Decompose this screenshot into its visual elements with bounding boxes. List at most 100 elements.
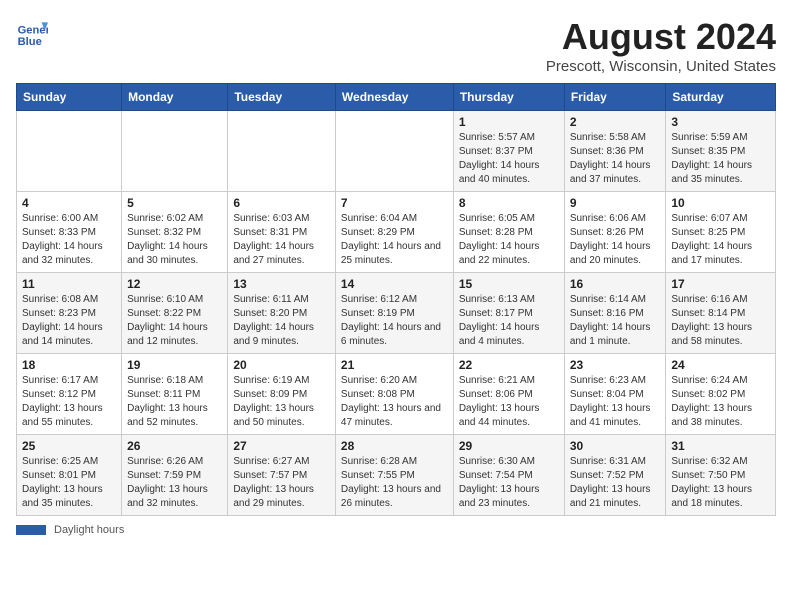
day-number: 28 <box>341 439 448 453</box>
calendar-table: SundayMondayTuesdayWednesdayThursdayFrid… <box>16 83 776 516</box>
day-info: Sunrise: 6:00 AM Sunset: 8:33 PM Dayligh… <box>22 212 116 268</box>
footer-note: Daylight hours <box>16 524 776 536</box>
calendar-cell: 17 Sunrise: 6:16 AM Sunset: 8:14 PM Dayli… <box>666 273 776 354</box>
calendar-cell: 1 Sunrise: 5:57 AM Sunset: 8:37 PM Daylig… <box>453 111 564 192</box>
day-number: 16 <box>570 277 661 291</box>
calendar-cell: 22 Sunrise: 6:21 AM Sunset: 8:06 PM Dayli… <box>453 354 564 435</box>
day-number: 23 <box>570 358 661 372</box>
dow-header-thursday: Thursday <box>453 84 564 111</box>
calendar-cell: 28 Sunrise: 6:28 AM Sunset: 7:55 PM Dayli… <box>335 435 453 516</box>
day-info: Sunrise: 6:16 AM Sunset: 8:14 PM Dayligh… <box>671 293 770 349</box>
day-number: 10 <box>671 196 770 210</box>
day-number: 14 <box>341 277 448 291</box>
dow-header-wednesday: Wednesday <box>335 84 453 111</box>
calendar-cell: 26 Sunrise: 6:26 AM Sunset: 7:59 PM Dayli… <box>122 435 228 516</box>
day-number: 12 <box>127 277 222 291</box>
day-number: 20 <box>233 358 330 372</box>
day-info: Sunrise: 6:02 AM Sunset: 8:32 PM Dayligh… <box>127 212 222 268</box>
day-info: Sunrise: 6:24 AM Sunset: 8:02 PM Dayligh… <box>671 374 770 430</box>
day-number: 25 <box>22 439 116 453</box>
day-info: Sunrise: 6:27 AM Sunset: 7:57 PM Dayligh… <box>233 455 330 511</box>
day-number: 27 <box>233 439 330 453</box>
page-header: General Blue August 2024 Prescott, Wisco… <box>16 16 776 75</box>
day-info: Sunrise: 6:14 AM Sunset: 8:16 PM Dayligh… <box>570 293 661 349</box>
calendar-cell: 18Sunrise: 6:17 AM Sunset: 8:12 PM Dayli… <box>17 354 122 435</box>
day-info: Sunrise: 6:28 AM Sunset: 7:55 PM Dayligh… <box>341 455 448 511</box>
dow-header-friday: Friday <box>564 84 666 111</box>
calendar-cell: 21Sunrise: 6:20 AM Sunset: 8:08 PM Dayli… <box>335 354 453 435</box>
calendar-cell: 15Sunrise: 6:13 AM Sunset: 8:17 PM Dayli… <box>453 273 564 354</box>
calendar-cell: 11 Sunrise: 6:08 AM Sunset: 8:23 PM Dayli… <box>17 273 122 354</box>
day-info: Sunrise: 6:20 AM Sunset: 8:08 PM Dayligh… <box>341 374 448 430</box>
day-number: 3 <box>671 115 770 129</box>
daylight-bar-icon <box>16 525 46 535</box>
calendar-cell: 19 Sunrise: 6:18 AM Sunset: 8:11 PM Dayli… <box>122 354 228 435</box>
day-info: Sunrise: 6:10 AM Sunset: 8:22 PM Dayligh… <box>127 293 222 349</box>
month-title: August 2024 <box>546 16 776 58</box>
day-number: 17 <box>671 277 770 291</box>
calendar-cell: 30Sunrise: 6:31 AM Sunset: 7:52 PM Dayli… <box>564 435 666 516</box>
day-number: 26 <box>127 439 222 453</box>
day-number: 29 <box>459 439 559 453</box>
day-info: Sunrise: 6:05 AM Sunset: 8:28 PM Dayligh… <box>459 212 559 268</box>
dow-header-monday: Monday <box>122 84 228 111</box>
calendar-cell: 5 Sunrise: 6:02 AM Sunset: 8:32 PM Daylig… <box>122 192 228 273</box>
calendar-cell: 16 Sunrise: 6:14 AM Sunset: 8:16 PM Dayli… <box>564 273 666 354</box>
day-number: 19 <box>127 358 222 372</box>
day-info: Sunrise: 6:26 AM Sunset: 7:59 PM Dayligh… <box>127 455 222 511</box>
day-info: Sunrise: 6:13 AM Sunset: 8:17 PM Dayligh… <box>459 293 559 349</box>
calendar-cell <box>335 111 453 192</box>
calendar-cell: 3 Sunrise: 5:59 AM Sunset: 8:35 PM Daylig… <box>666 111 776 192</box>
day-info: Sunrise: 6:08 AM Sunset: 8:23 PM Dayligh… <box>22 293 116 349</box>
day-info: Sunrise: 6:18 AM Sunset: 8:11 PM Dayligh… <box>127 374 222 430</box>
calendar-cell: 2 Sunrise: 5:58 AM Sunset: 8:36 PM Daylig… <box>564 111 666 192</box>
day-info: Sunrise: 6:12 AM Sunset: 8:19 PM Dayligh… <box>341 293 448 349</box>
day-info: Sunrise: 5:59 AM Sunset: 8:35 PM Dayligh… <box>671 131 770 187</box>
day-number: 1 <box>459 115 559 129</box>
day-info: Sunrise: 5:58 AM Sunset: 8:36 PM Dayligh… <box>570 131 661 187</box>
week-row-3: 11 Sunrise: 6:08 AM Sunset: 8:23 PM Dayli… <box>17 273 776 354</box>
dow-header-saturday: Saturday <box>666 84 776 111</box>
calendar-cell: 29 Sunrise: 6:30 AM Sunset: 7:54 PM Dayli… <box>453 435 564 516</box>
calendar-cell: 20Sunrise: 6:19 AM Sunset: 8:09 PM Dayli… <box>228 354 336 435</box>
calendar-cell: 24Sunrise: 6:24 AM Sunset: 8:02 PM Dayli… <box>666 354 776 435</box>
day-info: Sunrise: 6:07 AM Sunset: 8:25 PM Dayligh… <box>671 212 770 268</box>
day-number: 5 <box>127 196 222 210</box>
week-row-2: 4 Sunrise: 6:00 AM Sunset: 8:33 PM Daylig… <box>17 192 776 273</box>
calendar-cell <box>122 111 228 192</box>
week-row-4: 18Sunrise: 6:17 AM Sunset: 8:12 PM Dayli… <box>17 354 776 435</box>
calendar-cell: 31Sunrise: 6:32 AM Sunset: 7:50 PM Dayli… <box>666 435 776 516</box>
day-number: 8 <box>459 196 559 210</box>
dow-header-sunday: Sunday <box>17 84 122 111</box>
day-number: 2 <box>570 115 661 129</box>
calendar-cell: 4 Sunrise: 6:00 AM Sunset: 8:33 PM Daylig… <box>17 192 122 273</box>
day-info: Sunrise: 6:32 AM Sunset: 7:50 PM Dayligh… <box>671 455 770 511</box>
day-number: 11 <box>22 277 116 291</box>
calendar-cell: 7Sunrise: 6:04 AM Sunset: 8:29 PM Daylig… <box>335 192 453 273</box>
calendar-cell: 25 Sunrise: 6:25 AM Sunset: 8:01 PM Dayli… <box>17 435 122 516</box>
day-info: Sunrise: 6:04 AM Sunset: 8:29 PM Dayligh… <box>341 212 448 268</box>
dow-header-tuesday: Tuesday <box>228 84 336 111</box>
day-of-week-row: SundayMondayTuesdayWednesdayThursdayFrid… <box>17 84 776 111</box>
calendar-cell <box>228 111 336 192</box>
day-number: 13 <box>233 277 330 291</box>
calendar-body: 1 Sunrise: 5:57 AM Sunset: 8:37 PM Daylig… <box>17 111 776 516</box>
calendar-cell: 6Sunrise: 6:03 AM Sunset: 8:31 PM Daylig… <box>228 192 336 273</box>
calendar-cell: 12 Sunrise: 6:10 AM Sunset: 8:22 PM Dayli… <box>122 273 228 354</box>
location-title: Prescott, Wisconsin, United States <box>546 58 776 75</box>
title-block: August 2024 Prescott, Wisconsin, United … <box>546 16 776 75</box>
day-info: Sunrise: 6:21 AM Sunset: 8:06 PM Dayligh… <box>459 374 559 430</box>
day-number: 4 <box>22 196 116 210</box>
calendar-cell: 10 Sunrise: 6:07 AM Sunset: 8:25 PM Dayli… <box>666 192 776 273</box>
day-info: Sunrise: 6:25 AM Sunset: 8:01 PM Dayligh… <box>22 455 116 511</box>
day-number: 22 <box>459 358 559 372</box>
svg-text:Blue: Blue <box>18 36 42 48</box>
day-info: Sunrise: 5:57 AM Sunset: 8:37 PM Dayligh… <box>459 131 559 187</box>
day-info: Sunrise: 6:06 AM Sunset: 8:26 PM Dayligh… <box>570 212 661 268</box>
day-info: Sunrise: 6:30 AM Sunset: 7:54 PM Dayligh… <box>459 455 559 511</box>
calendar-cell: 9Sunrise: 6:06 AM Sunset: 8:26 PM Daylig… <box>564 192 666 273</box>
day-info: Sunrise: 6:31 AM Sunset: 7:52 PM Dayligh… <box>570 455 661 511</box>
calendar-cell <box>17 111 122 192</box>
day-info: Sunrise: 6:11 AM Sunset: 8:20 PM Dayligh… <box>233 293 330 349</box>
calendar-cell: 14 Sunrise: 6:12 AM Sunset: 8:19 PM Dayli… <box>335 273 453 354</box>
